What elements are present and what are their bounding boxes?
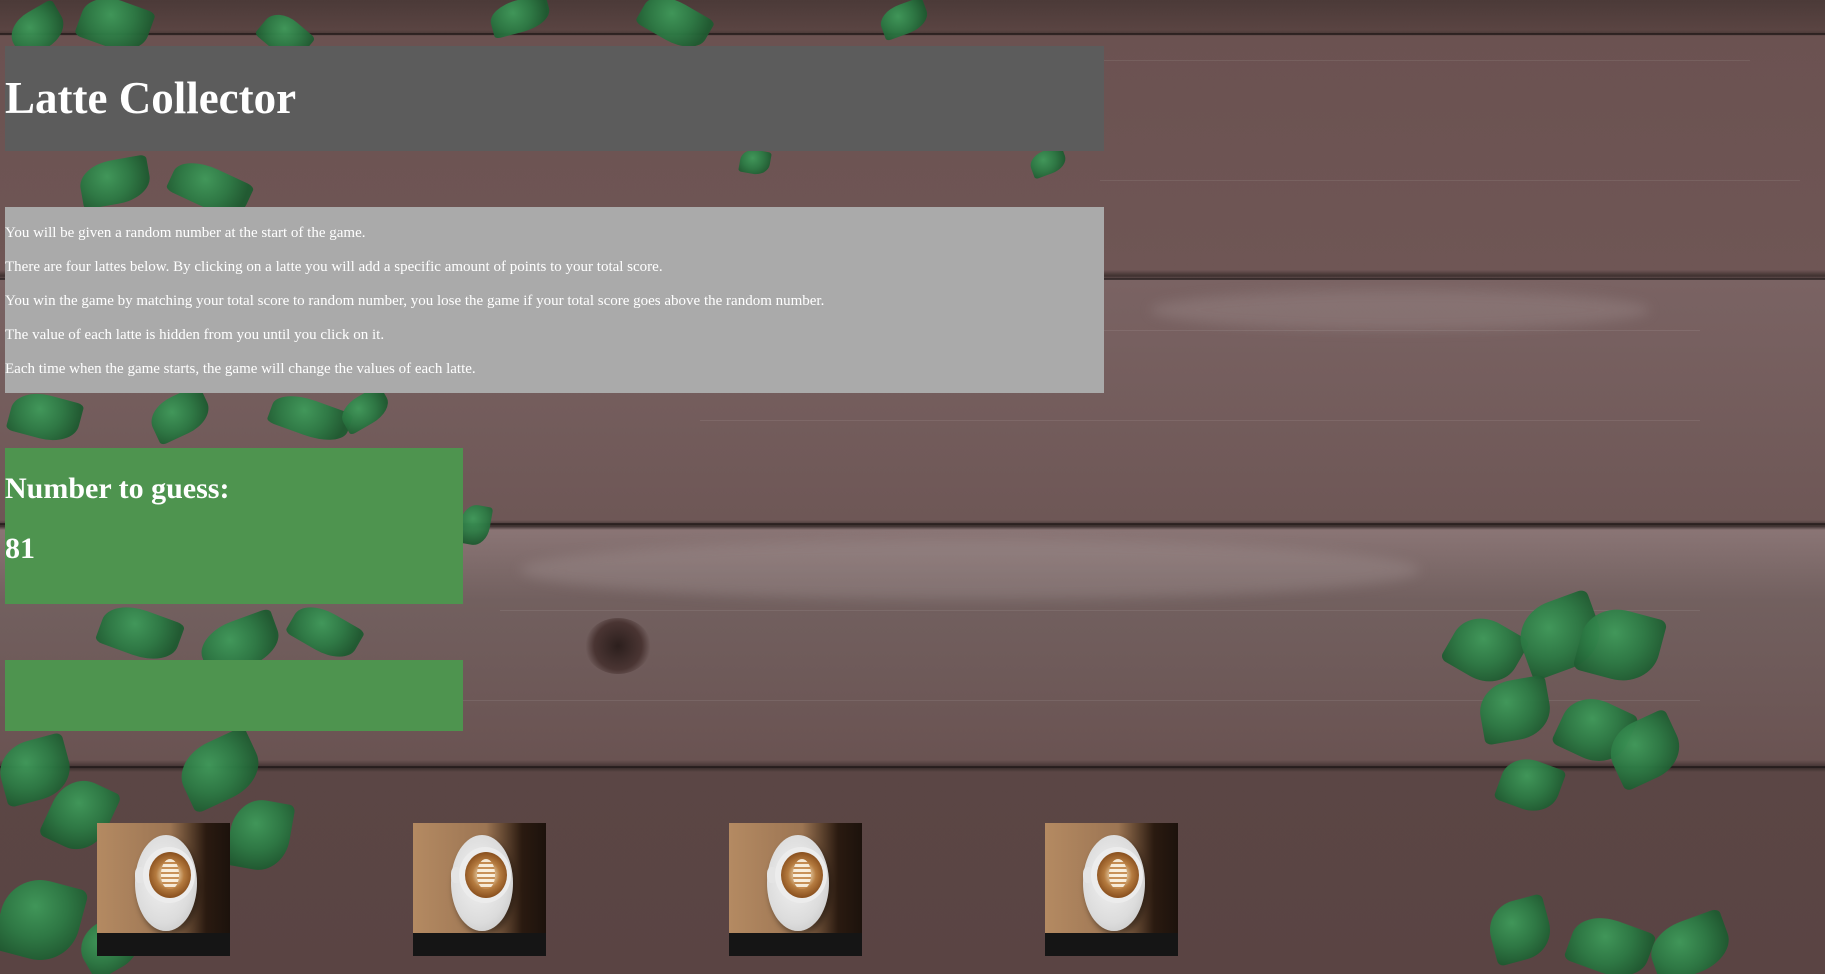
- instruction-line: You win the game by matching your total …: [5, 293, 825, 309]
- total-score-panel: [5, 660, 463, 731]
- title-panel: Latte Collector: [5, 46, 1104, 151]
- latte-button-4[interactable]: [1045, 823, 1178, 956]
- instruction-line: Each time when the game starts, the game…: [5, 361, 476, 377]
- target-number-value: 81: [5, 532, 35, 565]
- latte-button-1[interactable]: [97, 823, 230, 956]
- instruction-line: The value of each latte is hidden from y…: [5, 327, 385, 343]
- latte-button-3[interactable]: [729, 823, 862, 956]
- latte-button-2[interactable]: [413, 823, 546, 956]
- game-title: Latte Collector: [5, 73, 297, 123]
- target-number-label: Number to guess:: [5, 472, 230, 505]
- target-number-panel: Number to guess: 81: [5, 448, 463, 604]
- instruction-line: You will be given a random number at the…: [5, 225, 366, 241]
- instructions-panel: You will be given a random number at the…: [5, 207, 1104, 393]
- instruction-line: There are four lattes below. By clicking…: [5, 259, 663, 275]
